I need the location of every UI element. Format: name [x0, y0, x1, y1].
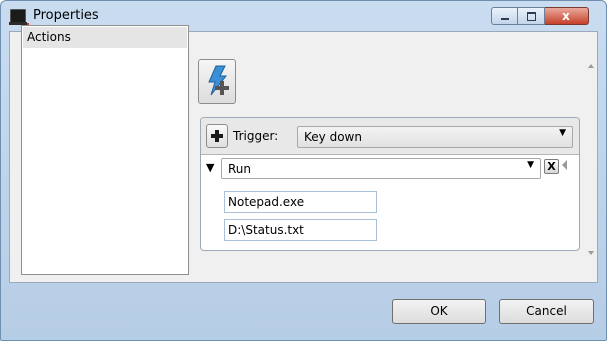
close-button[interactable]: x: [545, 7, 589, 25]
add-trigger-button[interactable]: [206, 124, 228, 148]
expand-icon[interactable]: ▼: [206, 161, 214, 174]
trigger-value: Key down: [304, 130, 362, 144]
trigger-dropdown[interactable]: Key down ▼: [297, 126, 573, 148]
program-field[interactable]: Notepad.exe: [224, 191, 377, 213]
action-dropdown[interactable]: Run ▼: [221, 158, 541, 179]
delete-icon[interactable]: X: [544, 159, 559, 174]
dropdown-arrow-icon: ▼: [527, 160, 534, 170]
action-row: ▼ Run ▼ X: [201, 155, 579, 181]
scroll-down-icon[interactable]: [588, 251, 594, 255]
dialog-footer: OK Cancel: [9, 287, 599, 333]
app-icon: [9, 9, 29, 26]
arguments-value: D:\Status.txt: [228, 223, 304, 237]
trigger-label: Trigger:: [233, 129, 279, 143]
list-item-actions[interactable]: Actions: [23, 27, 187, 48]
add-action-button[interactable]: [198, 59, 236, 104]
category-list[interactable]: Actions: [21, 25, 189, 275]
trigger-panel: Trigger: Key down ▼ ▼ Run ▼ X Notepad.ex…: [200, 117, 580, 251]
close-icon: x: [562, 9, 570, 23]
maximize-button[interactable]: [518, 7, 545, 25]
properties-window: Properties x Actions Trigger: Key down ▼…: [0, 0, 607, 341]
minimize-icon: [501, 18, 509, 20]
trigger-row: Trigger: Key down ▼: [201, 118, 579, 155]
list-item-label: Actions: [27, 30, 71, 44]
minimize-button[interactable]: [491, 7, 518, 25]
dropdown-arrow-icon: ▼: [559, 128, 566, 138]
arguments-field[interactable]: D:\Status.txt: [224, 219, 377, 241]
maximize-icon: [527, 12, 536, 21]
window-title: Properties: [33, 8, 99, 23]
cancel-button[interactable]: Cancel: [499, 299, 594, 324]
scroll-up-icon[interactable]: [588, 64, 594, 68]
add-action-icon: [208, 65, 229, 96]
collapse-icon[interactable]: [562, 160, 567, 170]
action-value: Run: [228, 162, 252, 176]
program-value: Notepad.exe: [228, 195, 305, 209]
ok-button[interactable]: OK: [392, 299, 486, 324]
